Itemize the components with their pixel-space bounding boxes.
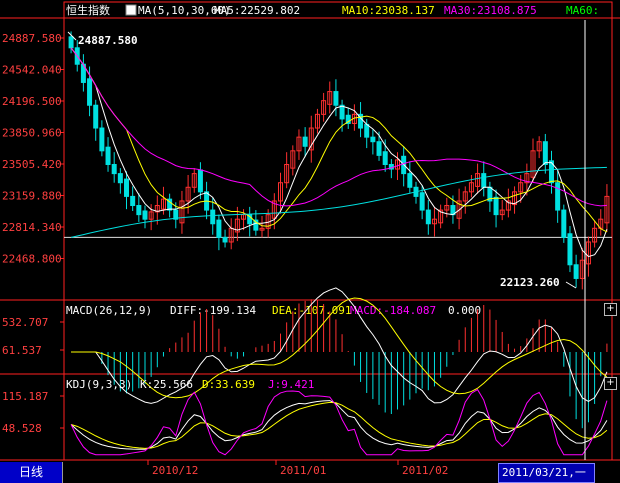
macd-spec: MACD(26,12,9) bbox=[66, 304, 152, 317]
stock-chart[interactable]: 24887.580 24542.040 24196.500 23850.960 2350… bbox=[0, 0, 620, 483]
y-tick-label: 24887.580 bbox=[2, 32, 62, 45]
kdj-spec: KDJ(9,3,3) bbox=[66, 378, 132, 391]
macd-extra-value: 0.000 bbox=[448, 304, 481, 317]
candle-body bbox=[130, 195, 136, 207]
macd-diff-value: DIFF:-199.134 bbox=[170, 304, 256, 317]
ma30-value: MA30:23108.875 bbox=[444, 4, 537, 17]
candle-body bbox=[382, 151, 388, 165]
low-pointer bbox=[565, 281, 577, 289]
ma-indicator-icon bbox=[125, 4, 137, 16]
ma5-value: MA5:22529.802 bbox=[214, 4, 300, 17]
candle-body bbox=[573, 264, 579, 279]
high-price-label: 24887.580 bbox=[78, 34, 138, 47]
candle-body bbox=[567, 233, 573, 266]
candle-body bbox=[339, 104, 345, 120]
candle-body bbox=[481, 173, 487, 188]
kdj-k-line bbox=[70, 400, 608, 450]
candle-body bbox=[105, 146, 111, 165]
kdj-expand-button[interactable]: + bbox=[604, 377, 617, 390]
macd-y-tick-label: 61.537 bbox=[2, 344, 42, 357]
candle-body bbox=[216, 219, 222, 238]
y-tick-label: 23159.880 bbox=[2, 190, 62, 203]
candle-body bbox=[142, 210, 148, 220]
candle-body bbox=[99, 127, 105, 152]
kdj-j-value: J:9.421 bbox=[268, 378, 314, 391]
kdj-k-value: K:25.566 bbox=[140, 378, 193, 391]
candle-body bbox=[542, 141, 548, 165]
cursor-date-readout: 2011/03/21,一 bbox=[498, 463, 595, 483]
macd-y-tick-label: 532.707 bbox=[2, 316, 48, 329]
x-axis-label: 2010/12 bbox=[152, 464, 198, 477]
candle-body bbox=[210, 209, 216, 225]
candle-body bbox=[68, 36, 74, 49]
candle-body bbox=[117, 173, 123, 184]
y-tick-label: 22468.800 bbox=[2, 253, 62, 266]
x-axis-label: 2011/01 bbox=[280, 464, 326, 477]
kdj-d-line bbox=[70, 401, 608, 449]
candle-body bbox=[561, 209, 567, 238]
candle-body bbox=[370, 136, 376, 143]
y-tick-label: 23505.420 bbox=[2, 158, 62, 171]
kdj-y-tick-label: 115.187 bbox=[2, 390, 48, 403]
candle-body bbox=[493, 196, 499, 216]
plot-frame bbox=[63, 1, 613, 461]
candle-body bbox=[124, 178, 130, 197]
kdj-j-line bbox=[70, 388, 608, 456]
index-title: 恒生指数 bbox=[66, 3, 110, 17]
candle-body bbox=[425, 209, 431, 225]
chart-window: 24887.580 24542.040 24196.500 23850.960 2350… bbox=[0, 0, 620, 483]
macd-expand-button[interactable]: + bbox=[604, 303, 617, 316]
x-axis-label: 2011/02 bbox=[402, 464, 448, 477]
candle-body bbox=[333, 91, 339, 106]
candle-body bbox=[376, 141, 382, 156]
ma60-value: MA60: bbox=[566, 4, 599, 17]
kdj-y-tick-label: 48.528 bbox=[2, 422, 42, 435]
low-price-label: 22123.260 bbox=[500, 276, 560, 289]
candle-body bbox=[364, 123, 370, 138]
candle-body bbox=[222, 236, 228, 243]
period-tab-daily[interactable]: 日线 bbox=[0, 462, 63, 483]
candle-body bbox=[93, 104, 99, 129]
y-tick-label: 22814.340 bbox=[2, 221, 62, 234]
candle-body bbox=[407, 173, 413, 188]
y-tick-label: 23850.960 bbox=[2, 127, 62, 140]
y-tick-label: 24542.040 bbox=[2, 64, 62, 77]
candle-body bbox=[555, 182, 561, 211]
candle-body bbox=[87, 78, 93, 106]
candle-body bbox=[111, 163, 117, 175]
y-tick-label: 24196.500 bbox=[2, 95, 62, 108]
candle-body bbox=[419, 192, 425, 211]
macd-macd-value: MACD:-184.087 bbox=[350, 304, 436, 317]
candle-body bbox=[136, 205, 142, 216]
ma10-value: MA10:23038.137 bbox=[342, 4, 435, 17]
candle-body bbox=[302, 136, 308, 147]
kdj-d-value: D:33.639 bbox=[202, 378, 255, 391]
candle-body bbox=[197, 169, 203, 193]
